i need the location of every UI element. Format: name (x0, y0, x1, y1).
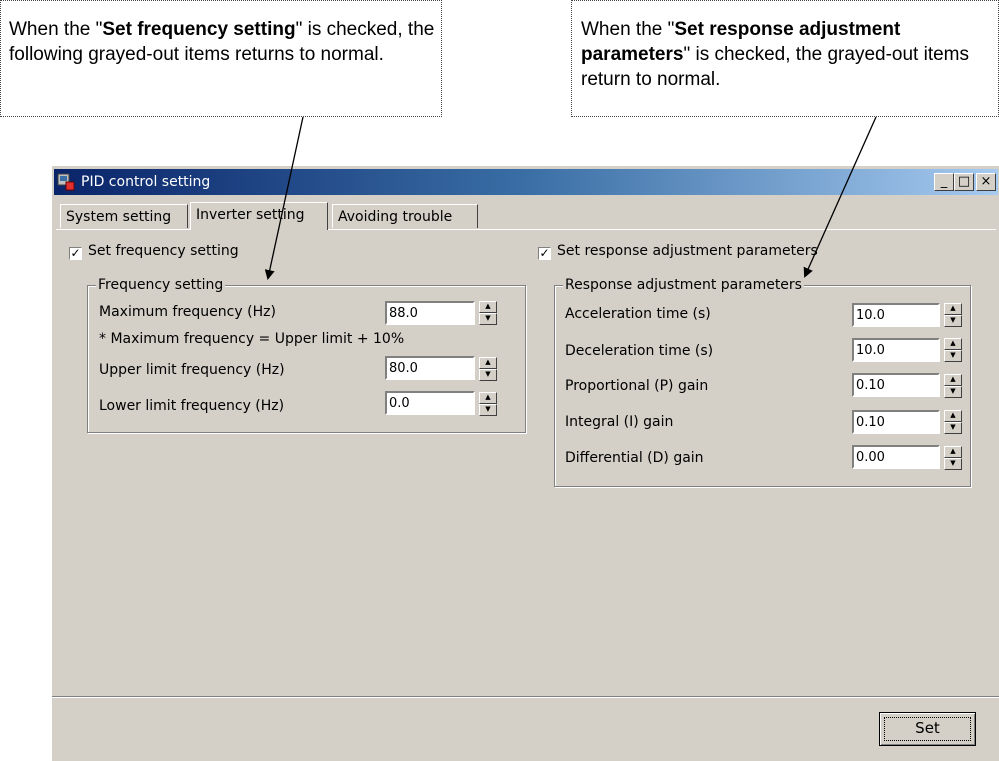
tab-inverter-setting[interactable]: Inverter setting (190, 202, 328, 230)
differential-gain-label: Differential (D) gain (565, 450, 704, 466)
integral-gain-spinner[interactable]: ▲ ▼ (944, 410, 962, 434)
spin-up-icon[interactable]: ▲ (479, 357, 497, 369)
spin-down-icon[interactable]: ▼ (944, 350, 962, 362)
lower-limit-field[interactable] (385, 391, 475, 415)
spin-down-icon[interactable]: ▼ (944, 422, 962, 434)
upper-limit-field[interactable] (385, 356, 475, 380)
spin-up-icon[interactable]: ▲ (944, 374, 962, 386)
set-button[interactable]: Set (879, 712, 976, 746)
deceleration-time-field[interactable] (852, 338, 940, 362)
lower-limit-spinner[interactable]: ▲ ▼ (479, 392, 497, 416)
title-bar[interactable]: PID control setting _ □ × (54, 169, 998, 195)
upper-limit-spinner[interactable]: ▲ ▼ (479, 357, 497, 381)
proportional-gain-label: Proportional (P) gain (565, 378, 709, 394)
set-response-checkbox[interactable]: ✓ Set response adjustment parameters (538, 243, 818, 260)
group-title: Response adjustment parameters (563, 277, 804, 294)
lower-limit-label: Lower limit frequency (Hz) (99, 398, 285, 414)
spin-down-icon[interactable]: ▼ (944, 315, 962, 327)
minimize-button[interactable]: _ (934, 173, 954, 191)
proportional-gain-spinner[interactable]: ▲ ▼ (944, 374, 962, 398)
differential-gain-field[interactable] (852, 445, 940, 469)
spin-up-icon[interactable]: ▲ (479, 301, 497, 313)
acceleration-time-field[interactable] (852, 303, 940, 327)
deceleration-time-label: Deceleration time (s) (565, 343, 714, 359)
group-title: Frequency setting (96, 277, 226, 294)
close-button[interactable]: × (976, 173, 996, 191)
checkbox-label: Set frequency setting (88, 243, 239, 259)
spin-down-icon[interactable]: ▼ (479, 369, 497, 381)
spin-down-icon[interactable]: ▼ (479, 404, 497, 416)
max-frequency-field[interactable] (385, 301, 475, 325)
integral-gain-field[interactable] (852, 410, 940, 434)
callout-text: When the " (581, 19, 675, 40)
checkbox-check-icon: ✓ (538, 246, 551, 260)
focus-rect (884, 717, 971, 741)
callout-text: When the " (9, 19, 103, 40)
spin-up-icon[interactable]: ▲ (944, 303, 962, 315)
callout-bold-text: Set frequency setting (102, 19, 296, 40)
spin-down-icon[interactable]: ▼ (479, 313, 497, 325)
button-bar: Set (52, 697, 999, 761)
app-icon (57, 173, 75, 191)
acceleration-time-label: Acceleration time (s) (565, 306, 711, 322)
tab-avoiding-trouble[interactable]: Avoiding trouble (332, 204, 478, 228)
checkbox-check-icon: ✓ (69, 246, 82, 260)
spin-up-icon[interactable]: ▲ (944, 446, 962, 458)
spin-down-icon[interactable]: ▼ (944, 386, 962, 398)
spin-up-icon[interactable]: ▲ (944, 410, 962, 422)
deceleration-time-spinner[interactable]: ▲ ▼ (944, 338, 962, 362)
upper-limit-label: Upper limit frequency (Hz) (99, 362, 285, 378)
checkbox-label: Set response adjustment parameters (557, 243, 818, 259)
spin-down-icon[interactable]: ▼ (944, 458, 962, 470)
pid-control-window: PID control setting _ □ × System setting… (51, 165, 999, 761)
tab-system-setting[interactable]: System setting (60, 204, 188, 228)
max-frequency-spinner[interactable]: ▲ ▼ (479, 301, 497, 325)
integral-gain-label: Integral (I) gain (565, 414, 674, 430)
window-title: PID control setting (81, 174, 211, 190)
set-frequency-checkbox[interactable]: ✓ Set frequency setting (69, 243, 239, 260)
max-frequency-label: Maximum frequency (Hz) (99, 304, 276, 320)
spin-up-icon[interactable]: ▲ (479, 392, 497, 404)
differential-gain-spinner[interactable]: ▲ ▼ (944, 446, 962, 470)
maximize-button[interactable]: □ (954, 173, 974, 191)
annotation-callout-response: When the "Set response adjustment parame… (571, 0, 999, 117)
annotation-callout-frequency: When the "Set frequency setting" is chec… (0, 0, 442, 117)
proportional-gain-field[interactable] (852, 373, 940, 397)
acceleration-time-spinner[interactable]: ▲ ▼ (944, 303, 962, 327)
max-frequency-note: * Maximum frequency = Upper limit + 10% (99, 331, 405, 347)
spin-up-icon[interactable]: ▲ (944, 338, 962, 350)
